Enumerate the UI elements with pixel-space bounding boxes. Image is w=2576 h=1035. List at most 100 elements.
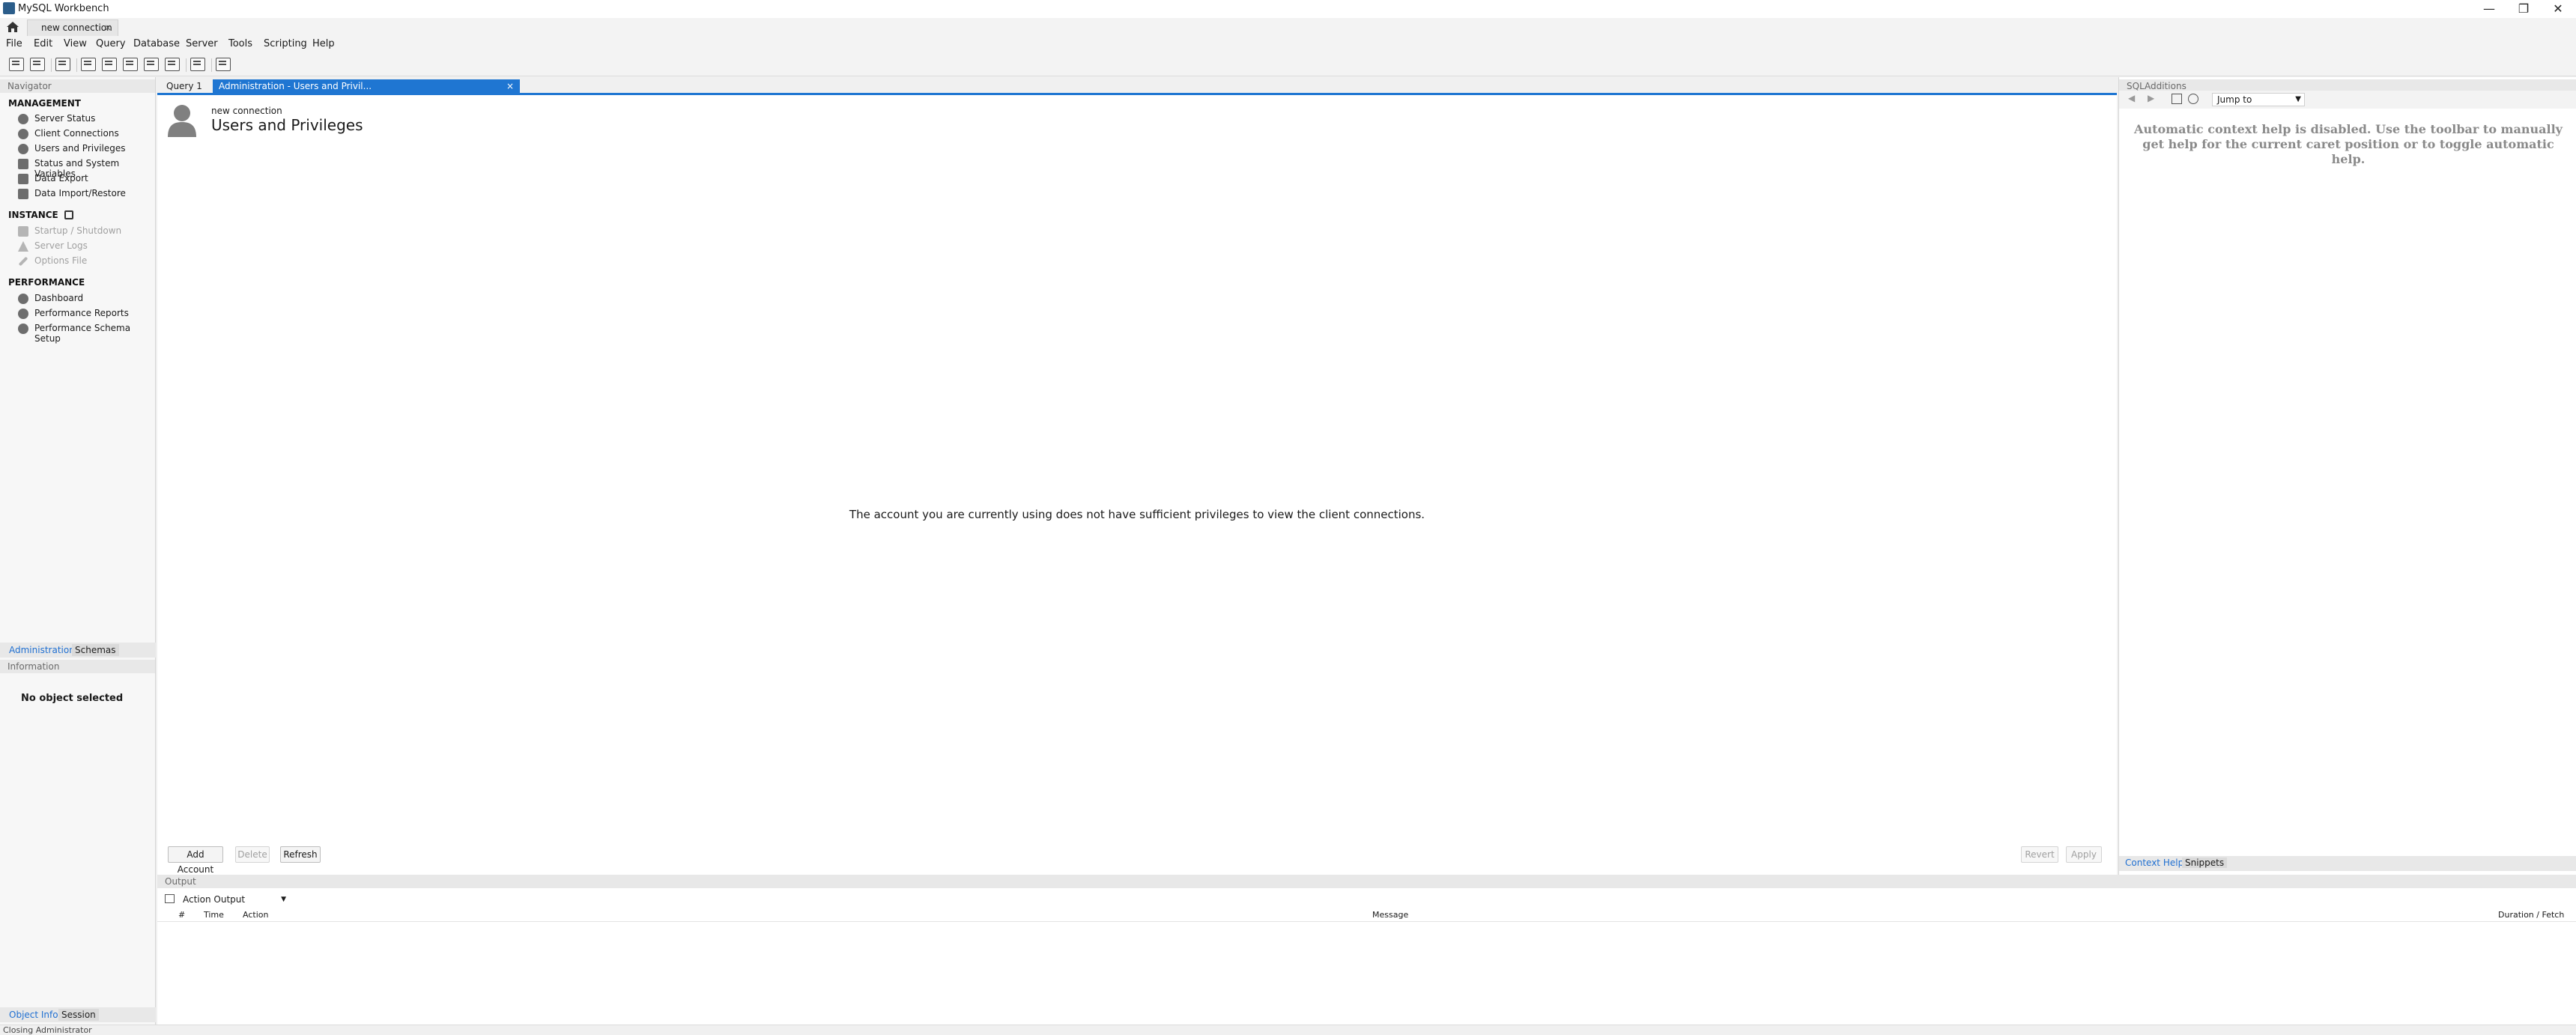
nav-client-connections[interactable]: Client Connections (18, 127, 153, 141)
tab-query-1[interactable]: Query 1 (160, 79, 207, 94)
refresh-instance-icon[interactable] (64, 210, 73, 219)
sql-additions-tabs: Context Help Snippets (2119, 856, 2576, 871)
tab-object-info[interactable]: Object Info (6, 1009, 61, 1021)
nav-performance-reports[interactable]: Performance Reports (18, 307, 153, 321)
tab-context-help[interactable]: Context Help (2125, 858, 2183, 868)
close-icon[interactable]: × (506, 79, 514, 94)
menu-edit[interactable]: Edit (34, 38, 52, 49)
editor-area: Query 1 Administration - Users and Privi… (157, 77, 2117, 878)
nav-status-and-system-variables[interactable]: Status and System Variables (18, 157, 153, 179)
menu-view[interactable]: View (64, 38, 87, 49)
nav-label: Performance Schema Setup (34, 323, 131, 344)
copy-icon[interactable] (165, 894, 175, 903)
dashboard-icon (18, 294, 28, 304)
nav-label: Server Status (34, 113, 96, 124)
nav-performance-schema-setup[interactable]: Performance Schema Setup (18, 322, 153, 344)
create-function-icon[interactable] (165, 58, 180, 71)
revert-button[interactable]: Revert (2021, 846, 2058, 863)
jump-to-select[interactable]: Jump to ▼ (2212, 93, 2305, 106)
management-header: MANAGEMENT (8, 98, 81, 109)
column-time[interactable]: Time (204, 910, 224, 920)
connection-tab-label: new connection (41, 22, 112, 33)
tab-schemas[interactable]: Schemas (72, 644, 119, 656)
output-panel: Output Action Output ▼ # Time Action Mes… (157, 875, 2576, 1025)
data-export-icon (18, 174, 28, 184)
menu-scripting[interactable]: Scripting (264, 38, 307, 49)
menu-query[interactable]: Query (96, 38, 126, 49)
apply-button[interactable]: Apply (2066, 846, 2102, 863)
auto-help-icon[interactable] (2188, 94, 2198, 104)
connection-tab-row: new connection × (0, 18, 2576, 36)
refresh-button[interactable]: Refresh (280, 846, 321, 863)
back-arrow-icon[interactable]: ◀ (2128, 93, 2135, 103)
action-output-select[interactable]: Action Output ▼ (178, 893, 289, 906)
instance-header: INSTANCE (8, 210, 73, 220)
create-view-icon[interactable] (123, 58, 138, 71)
nav-data-import-restore[interactable]: Data Import/Restore (18, 187, 153, 201)
nav-server-status[interactable]: Server Status (18, 112, 153, 126)
add-account-button[interactable]: Add Account (168, 846, 223, 875)
navigator-header: Navigator (0, 79, 155, 93)
nav-label: Performance Reports (34, 308, 129, 318)
startup-icon (18, 226, 28, 237)
nav-label: Client Connections (34, 128, 119, 139)
mysql-workbench-icon (3, 2, 15, 14)
main-toolbar (0, 52, 2576, 123)
nav-label: Startup / Shutdown (34, 225, 122, 236)
forward-arrow-icon[interactable]: ▶ (2148, 93, 2154, 103)
context-help-message: Automatic context help is disabled. Use … (2134, 122, 2563, 166)
tab-administration-users[interactable]: Administration - Users and Privil... × (213, 79, 520, 94)
connection-subtitle: new connection (211, 106, 282, 116)
menu-help[interactable]: Help (312, 38, 335, 49)
menu-tools[interactable]: Tools (228, 38, 252, 49)
data-import-icon (18, 189, 28, 199)
column-number[interactable]: # (178, 910, 185, 920)
performance-header: PERFORMANCE (8, 277, 85, 288)
connection-tab[interactable]: new connection × (27, 19, 118, 36)
search-table-data-icon[interactable] (190, 58, 205, 71)
nav-startup-shutdown[interactable]: Startup / Shutdown (18, 225, 153, 238)
column-duration-fetch[interactable]: Duration / Fetch (2498, 910, 2564, 920)
delete-button[interactable]: Delete (235, 846, 270, 863)
nav-server-logs[interactable]: Server Logs (18, 240, 153, 253)
tab-snippets[interactable]: Snippets (2182, 858, 2228, 868)
insufficient-privileges-message: The account you are currently using does… (849, 508, 1425, 521)
nav-options-file[interactable]: Options File (18, 255, 153, 268)
nav-dashboard[interactable]: Dashboard (18, 292, 153, 306)
menu-server[interactable]: Server (186, 38, 218, 49)
info-tabs: Object Info Session (0, 1007, 156, 1022)
navigator-tabs: Administration Schemas (0, 643, 156, 658)
open-sql-script-icon[interactable] (30, 58, 45, 71)
menu-bar: File Edit View Query Database Server Too… (0, 36, 2576, 52)
nav-data-export[interactable]: Data Export (18, 172, 153, 186)
menu-database[interactable]: Database (133, 38, 180, 49)
column-action[interactable]: Action (243, 910, 268, 920)
new-sql-tab-icon[interactable] (9, 58, 24, 71)
create-schema-icon[interactable] (81, 58, 96, 71)
restore-button[interactable]: ❐ (2506, 0, 2541, 18)
close-icon[interactable]: × (104, 20, 112, 35)
manual-help-icon[interactable] (2172, 94, 2182, 104)
instance-header-label: INSTANCE (8, 210, 58, 220)
editor-tabs: Query 1 Administration - Users and Privi… (157, 77, 2117, 95)
output-header: Output (157, 875, 2576, 888)
nav-label: Data Import/Restore (34, 188, 126, 198)
menu-file[interactable]: File (6, 38, 22, 49)
chevron-down-icon: ▼ (281, 896, 286, 903)
nav-label: Dashboard (34, 293, 84, 303)
toolbar-separator (211, 58, 212, 72)
create-procedure-icon[interactable] (144, 58, 159, 71)
nav-users-and-privileges[interactable]: Users and Privileges (18, 142, 153, 156)
tab-session[interactable]: Session (58, 1009, 99, 1021)
home-icon[interactable] (6, 21, 19, 33)
close-window-button[interactable]: ✕ (2541, 0, 2575, 18)
warning-icon (18, 241, 28, 252)
information-header: Information (0, 660, 155, 673)
tab-administration[interactable]: Administration (6, 644, 78, 656)
column-message[interactable]: Message (1372, 910, 1408, 920)
minimize-button[interactable]: — (2472, 0, 2506, 18)
create-table-icon[interactable] (102, 58, 117, 71)
inspector-icon[interactable] (55, 58, 70, 71)
reconnect-icon[interactable] (216, 58, 231, 71)
user-silhouette-icon (168, 105, 196, 137)
